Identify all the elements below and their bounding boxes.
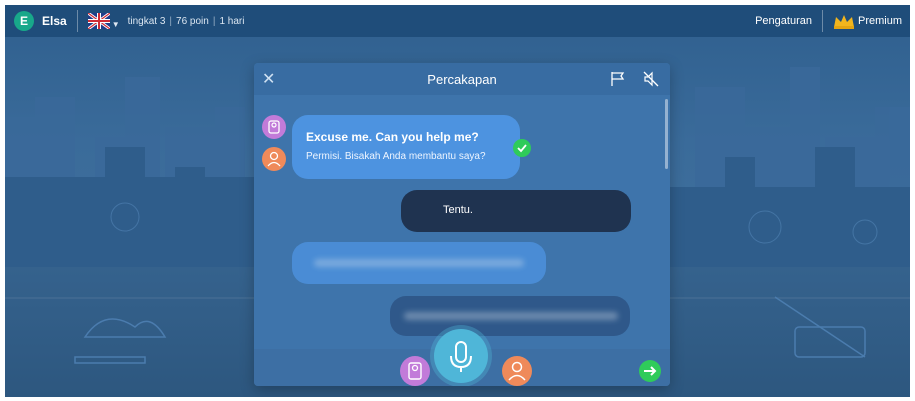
- crown-icon: [833, 15, 854, 29]
- microphone-icon: [450, 341, 472, 372]
- close-icon[interactable]: ✕: [262, 69, 275, 89]
- blurred-text: [404, 312, 618, 320]
- points-text: 76 poin: [176, 15, 209, 27]
- message-translation: Permisi. Bisakah Anda membantu saya?: [306, 151, 486, 162]
- check-icon: [513, 139, 531, 157]
- app-avatar: [262, 115, 286, 139]
- uk-flag-icon[interactable]: [86, 11, 111, 31]
- premium-button[interactable]: Premium: [823, 13, 902, 29]
- robot-icon: [268, 120, 280, 134]
- microphone-button[interactable]: [434, 329, 488, 383]
- app-speaker-button[interactable]: [400, 356, 430, 386]
- streak-text: 1 hari: [219, 15, 245, 27]
- settings-link[interactable]: Pengaturan: [755, 15, 812, 27]
- chevron-down-icon[interactable]: ▼: [112, 20, 120, 29]
- username[interactable]: Elsa: [42, 14, 67, 28]
- dialog-title: Percakapan: [427, 71, 497, 87]
- message-bubble-app-hidden: [292, 242, 546, 284]
- top-bar: E Elsa ▼ tingkat 3 | 76 poin | 1 hari Pengat…: [5, 5, 910, 37]
- flag-icon[interactable]: [610, 71, 626, 87]
- message-bubble-user[interactable]: Tentu.: [401, 190, 631, 232]
- message-bubble-app[interactable]: Excuse me. Can you help me? Permisi. Bis…: [292, 115, 520, 179]
- person-icon: [267, 151, 281, 167]
- premium-label: Premium: [857, 15, 902, 27]
- robot-icon: [408, 362, 422, 380]
- app-stage: E Elsa ▼ tingkat 3 | 76 poin | 1 hari Pengat…: [5, 5, 910, 397]
- speaker-mute-icon[interactable]: [643, 71, 659, 87]
- scrollbar[interactable]: [665, 99, 668, 169]
- divider: [76, 10, 78, 32]
- message-bubble-user-hidden: [390, 296, 630, 336]
- user-stats: tingkat 3 | 76 poin | 1 hari: [127, 15, 245, 27]
- user-speaker-button[interactable]: [502, 356, 532, 386]
- conversation-dialog: ✕ Percakapan Excuse me. Can you help me?…: [254, 63, 670, 386]
- person-icon: [508, 361, 526, 381]
- level-text: tingkat 3: [127, 15, 166, 27]
- message-text: Excuse me. Can you help me?: [306, 130, 479, 144]
- blurred-text: [314, 259, 524, 267]
- user-avatar-small: [262, 147, 286, 171]
- next-button[interactable]: [639, 360, 661, 382]
- dialog-header: ✕ Percakapan: [254, 63, 670, 95]
- user-avatar[interactable]: E: [14, 11, 34, 31]
- arrow-right-icon: [644, 366, 657, 376]
- message-text: Tentu.: [443, 204, 473, 216]
